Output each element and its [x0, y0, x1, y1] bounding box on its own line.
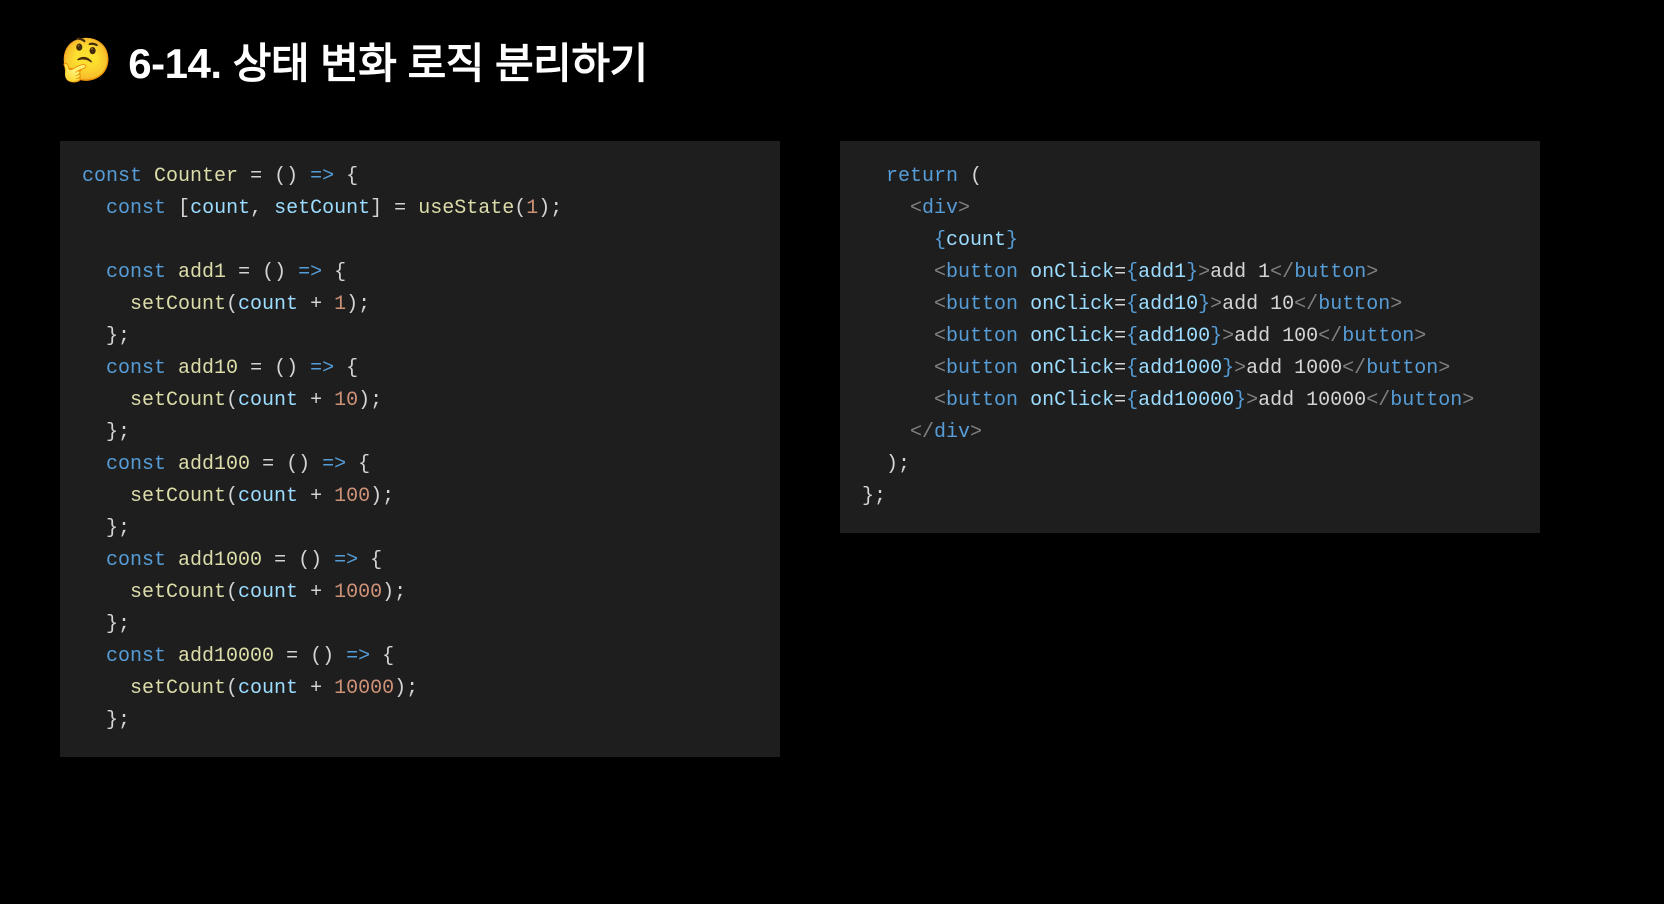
thinking-emoji-icon: 🤔 [60, 36, 112, 85]
code-columns: const Counter = () => { const [count, se… [60, 141, 1604, 757]
code-block-right: return ( <div> {count} <button onClick={… [840, 141, 1540, 533]
title-row: 🤔 6-14. 상태 변화 로직 분리하기 [60, 30, 1604, 91]
slide-container: 🤔 6-14. 상태 변화 로직 분리하기 const Counter = ()… [0, 0, 1664, 787]
page-title: 6-14. 상태 변화 로직 분리하기 [128, 30, 647, 91]
code-block-left: const Counter = () => { const [count, se… [60, 141, 780, 757]
